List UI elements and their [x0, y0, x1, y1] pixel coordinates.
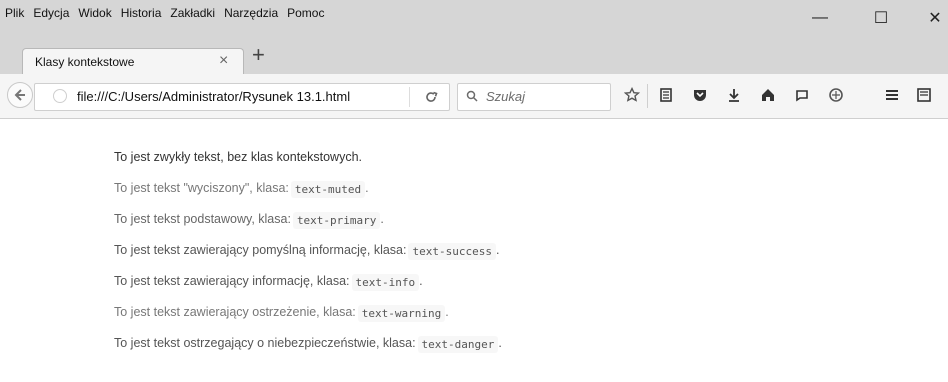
- pocket-icon[interactable]: [690, 85, 710, 105]
- toolbar-divider: [647, 84, 648, 108]
- menu-item-plik[interactable]: Plik: [5, 6, 24, 20]
- class-code: text-primary: [292, 212, 381, 229]
- refresh-icon: [426, 91, 438, 102]
- menu-item-narzedzia[interactable]: Narzędzia: [224, 6, 278, 20]
- line-success: To jest tekst zawierający pomyślną infor…: [114, 243, 502, 274]
- class-code: text-warning: [357, 305, 446, 322]
- class-code: text-info: [351, 274, 420, 291]
- class-code: text-muted: [290, 181, 366, 198]
- line-text: To jest zwykły tekst, bez klas konteksto…: [114, 150, 363, 164]
- line-text: To jest tekst "wyciszony", klasa:: [114, 181, 289, 195]
- line-suffix: .: [419, 274, 423, 288]
- reload-icon[interactable]: [421, 87, 441, 107]
- url-text: file:///C:/Users/Administrator/Rysunek 1…: [77, 89, 351, 104]
- sync-icon[interactable]: [826, 85, 846, 105]
- line-suffix: .: [445, 305, 449, 319]
- tab-title: Klasy kontekstowe: [35, 55, 135, 69]
- tab-active[interactable]: Klasy kontekstowe ×: [22, 48, 244, 75]
- home-icon[interactable]: [758, 85, 778, 105]
- download-icon[interactable]: [724, 85, 744, 105]
- line-text: To jest tekst zawierający pomyślną infor…: [114, 243, 407, 257]
- search-placeholder: Szukaj: [486, 89, 526, 104]
- line-text: To jest tekst ostrzegający o niebezpiecz…: [114, 336, 416, 350]
- new-tab-button[interactable]: +: [252, 44, 265, 66]
- line-primary: To jest tekst podstawowy, klasa: text-pr…: [114, 212, 502, 243]
- line-text: To jest tekst zawierający ostrzeżenie, k…: [114, 305, 356, 319]
- page-content: To jest zwykły tekst, bez klas konteksto…: [114, 150, 502, 367]
- line-info: To jest tekst zawierający informację, kl…: [114, 274, 502, 305]
- line-text: To jest tekst zawierający informację, kl…: [114, 274, 350, 288]
- line-normal: To jest zwykły tekst, bez klas konteksto…: [114, 150, 502, 181]
- line-danger: To jest tekst ostrzegający o niebezpiecz…: [114, 336, 502, 367]
- chat-icon[interactable]: [792, 85, 812, 105]
- url-bar[interactable]: file:///C:/Users/Administrator/Rysunek 1…: [34, 83, 450, 111]
- menu-item-edycja[interactable]: Edycja: [33, 6, 69, 20]
- tab-close-button[interactable]: ×: [219, 53, 228, 69]
- back-button[interactable]: [7, 82, 33, 108]
- url-divider: [409, 87, 410, 107]
- line-suffix: .: [495, 243, 500, 257]
- star-icon[interactable]: [622, 85, 642, 105]
- line-suffix: .: [380, 212, 384, 226]
- search-icon: [466, 90, 478, 102]
- menu-item-widok[interactable]: Widok: [78, 6, 111, 20]
- class-code: text-danger: [417, 336, 499, 353]
- maximize-button[interactable]: ☐: [866, 8, 896, 28]
- line-suffix: .: [365, 181, 369, 195]
- close-window-button[interactable]: ✕: [920, 8, 948, 28]
- class-code: text-success: [408, 243, 496, 260]
- search-box[interactable]: Szukaj: [457, 83, 611, 111]
- menu-item-zakladki[interactable]: Zakładki: [170, 6, 215, 20]
- line-muted: To jest tekst "wyciszony", klasa: text-m…: [114, 181, 502, 212]
- menu-item-historia[interactable]: Historia: [121, 6, 162, 20]
- line-suffix: .: [498, 336, 502, 350]
- navigation-toolbar: file:///C:/Users/Administrator/Rysunek 1…: [0, 74, 948, 119]
- line-text: To jest tekst podstawowy, klasa:: [114, 212, 291, 226]
- menu-item-pomoc[interactable]: Pomoc: [287, 6, 324, 20]
- tab-bar: Klasy kontekstowe ×: [0, 38, 948, 75]
- line-warning: To jest tekst zawierający ostrzeżenie, k…: [114, 305, 502, 336]
- globe-icon: [53, 89, 67, 103]
- arrow-left-icon: [14, 89, 25, 101]
- extension-icon[interactable]: [914, 85, 934, 105]
- reader-icon[interactable]: [656, 85, 676, 105]
- minimize-button[interactable]: —: [805, 8, 835, 28]
- menu: Plik Edycja Widok Historia Zakładki Narz…: [5, 6, 324, 20]
- menu-icon[interactable]: [882, 85, 902, 105]
- menu-bar: Plik Edycja Widok Historia Zakładki Narz…: [0, 0, 948, 38]
